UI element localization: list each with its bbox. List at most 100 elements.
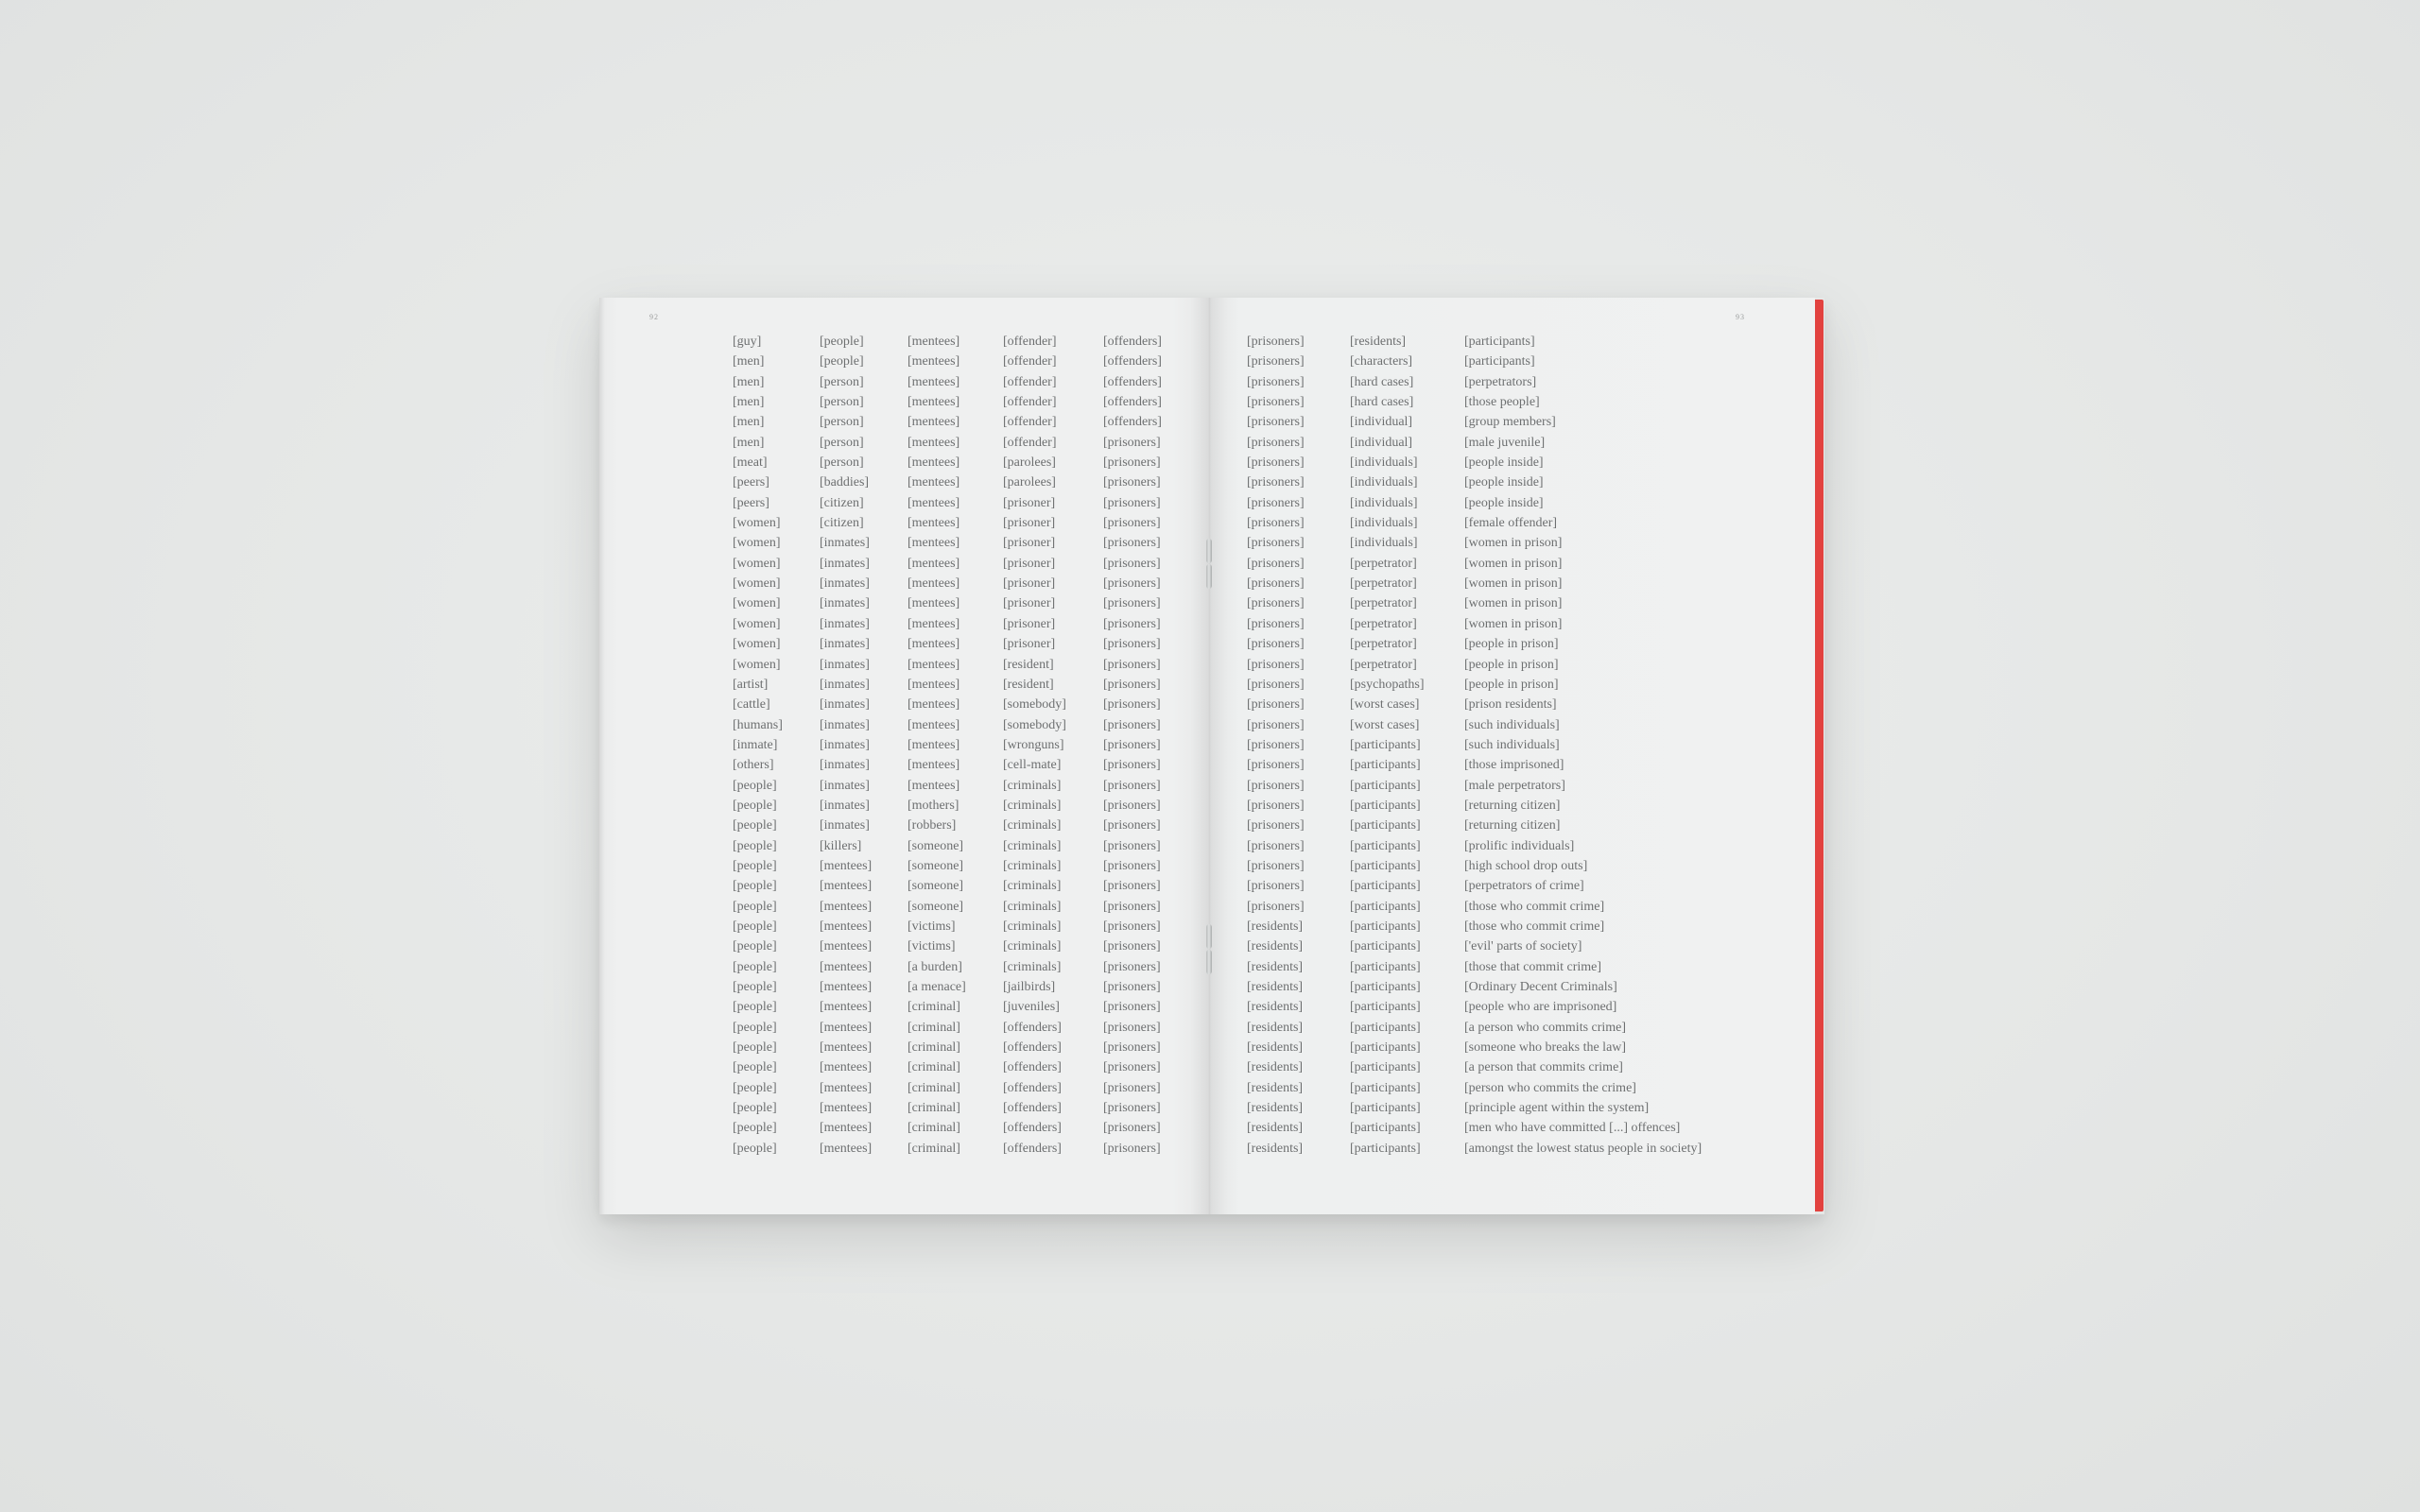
word-entry: [prisoners]: [1103, 798, 1161, 813]
word-entry: [mentees]: [908, 415, 960, 430]
word-entry: [mentees]: [908, 556, 960, 571]
word-entry: [prisoner]: [1003, 495, 1056, 510]
word-entry: [criminals]: [1003, 879, 1062, 894]
word-entry: [inmates]: [820, 596, 870, 611]
word-entry: [inmates]: [820, 657, 870, 672]
word-entry: [people]: [733, 1000, 777, 1015]
word-entry: [criminal]: [908, 1040, 960, 1056]
word-entry: [prisoners]: [1103, 758, 1161, 773]
word-entry: [prisoners]: [1247, 495, 1305, 510]
word-entry: [prisoners]: [1247, 536, 1305, 551]
word-entry: [someone]: [908, 838, 964, 853]
word-entry: [victims]: [908, 919, 956, 934]
word-entry: [criminal]: [908, 1000, 960, 1015]
word-entry: [female offender]: [1464, 516, 1558, 531]
word-entry: [victims]: [908, 939, 956, 954]
word-entry: [residents]: [1247, 1141, 1304, 1156]
word-entry: [mentees]: [820, 1080, 873, 1095]
word-entry: [residents]: [1247, 1060, 1304, 1075]
word-entry: [offenders]: [1003, 1121, 1062, 1136]
staple-lower-a: [1206, 924, 1212, 949]
word-entry: [people]: [733, 1101, 777, 1116]
word-entry: [somebody]: [1003, 717, 1066, 732]
word-entry: [perpetrator]: [1350, 556, 1417, 571]
word-entry: [offender]: [1003, 435, 1057, 450]
word-entry: [baddies]: [820, 475, 870, 490]
word-entry: [psychopaths]: [1350, 677, 1425, 692]
word-entry: [mentees]: [820, 899, 873, 914]
word-entry: [mentees]: [820, 858, 873, 873]
word-entry: [prisoners]: [1247, 395, 1305, 410]
word-entry: [prisoners]: [1247, 677, 1305, 692]
word-entry: [inmates]: [820, 758, 870, 773]
word-entry: [offenders]: [1003, 1141, 1062, 1156]
word-entry: [prisoners]: [1103, 838, 1161, 853]
word-entry: [women]: [733, 616, 781, 631]
spine-fold: [1190, 298, 1228, 1214]
word-entry: [mentees]: [820, 1141, 873, 1156]
word-entry: [prisoner]: [1003, 536, 1056, 551]
word-entry: [residents]: [1247, 1000, 1304, 1015]
word-entry: [mentees]: [820, 1121, 873, 1136]
word-entry: [prisoners]: [1247, 335, 1305, 349]
word-entry: [prisoner]: [1003, 596, 1056, 611]
word-entry: [participants]: [1350, 899, 1421, 914]
word-entry: [jailbirds]: [1003, 980, 1056, 994]
word-entry: [prisoners]: [1247, 758, 1305, 773]
word-entry: [participants]: [1464, 354, 1535, 369]
word-entry: [offender]: [1003, 374, 1057, 389]
word-entry: [women]: [733, 536, 781, 551]
word-entry: [prisoners]: [1247, 576, 1305, 592]
word-entry: [participants]: [1350, 798, 1421, 813]
word-entry: [resident]: [1003, 657, 1054, 672]
word-entry: [prisoners]: [1247, 858, 1305, 873]
word-entry: [men]: [733, 435, 765, 450]
word-entry: [prisoners]: [1103, 939, 1161, 954]
word-entry: [mentees]: [908, 596, 960, 611]
word-entry: [cattle]: [733, 697, 770, 713]
word-entry: [prisoners]: [1247, 415, 1305, 430]
word-entry: [prisoner]: [1003, 576, 1056, 592]
word-entry: [criminals]: [1003, 959, 1062, 974]
word-entry: [people]: [733, 778, 777, 793]
word-entry: [people inside]: [1464, 475, 1544, 490]
word-entry: [inmates]: [820, 818, 870, 833]
word-entry: [cell-mate]: [1003, 758, 1062, 773]
word-entry: [offenders]: [1103, 335, 1162, 349]
word-entry: [prisoners]: [1103, 475, 1161, 490]
word-entry: [individuals]: [1350, 475, 1418, 490]
word-entry: [perpetrator]: [1350, 596, 1417, 611]
word-entry: [participants]: [1350, 980, 1421, 994]
word-entry: [inmates]: [820, 556, 870, 571]
word-entry: [mentees]: [908, 395, 960, 410]
word-entry: [somebody]: [1003, 697, 1066, 713]
word-entry: [prisoners]: [1103, 737, 1161, 752]
word-entry: [participants]: [1350, 1141, 1421, 1156]
word-entry: [prisoners]: [1247, 616, 1305, 631]
left-page-edge: [599, 298, 605, 1214]
word-entry: [people who are imprisoned]: [1464, 1000, 1617, 1015]
word-entry: [men]: [733, 374, 765, 389]
word-entry: [participants]: [1350, 1000, 1421, 1015]
word-entry: [criminals]: [1003, 858, 1062, 873]
word-entry: [offenders]: [1103, 374, 1162, 389]
word-entry: [participants]: [1350, 1121, 1421, 1136]
word-entry: [prisoners]: [1247, 637, 1305, 652]
word-entry: [prisoner]: [1003, 616, 1056, 631]
word-entry: [prisoners]: [1103, 959, 1161, 974]
word-entry: [mentees]: [908, 516, 960, 531]
word-entry: [prisoners]: [1103, 516, 1161, 531]
word-entry: [inmates]: [820, 697, 870, 713]
word-entry: [criminals]: [1003, 798, 1062, 813]
word-entry: [prisoner]: [1003, 516, 1056, 531]
word-entry: [prisoners]: [1247, 798, 1305, 813]
word-entry: [participants]: [1350, 818, 1421, 833]
word-entry: [inmates]: [820, 576, 870, 592]
word-entry: [returning citizen]: [1464, 798, 1561, 813]
word-entry: [mentees]: [820, 1060, 873, 1075]
word-entry: [artist]: [733, 677, 769, 692]
word-entry: [offender]: [1003, 354, 1057, 369]
word-entry: [wronguns]: [1003, 737, 1064, 752]
word-entry: [mentees]: [908, 435, 960, 450]
word-entry: [mentees]: [908, 697, 960, 713]
